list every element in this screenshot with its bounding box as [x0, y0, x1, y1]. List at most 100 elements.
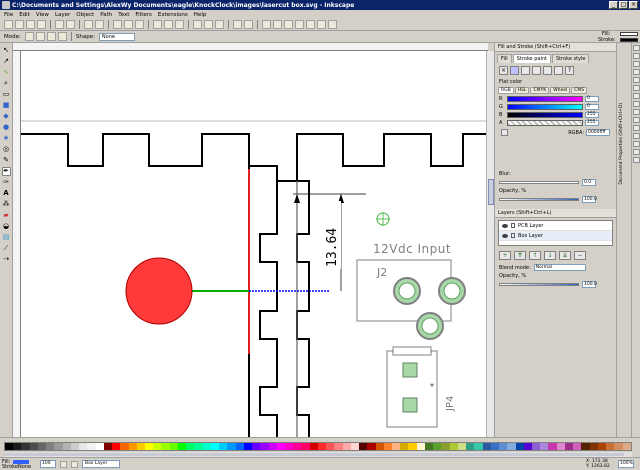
layer-opacity-value[interactable]: 100.0	[582, 281, 597, 288]
gradient-tool-icon[interactable]: ▤	[2, 233, 11, 242]
palette-swatch[interactable]	[548, 443, 557, 450]
eraser-tool-icon[interactable]: ▰	[2, 211, 11, 220]
palette-swatch[interactable]	[490, 443, 500, 450]
layer-visibility-eye-icon[interactable]	[60, 460, 67, 468]
menu-path[interactable]: Path	[100, 12, 112, 18]
snap-guide-icon[interactable]	[633, 157, 640, 163]
save-icon[interactable]	[26, 20, 35, 29]
shape-select[interactable]: None	[98, 32, 135, 41]
visibility-eye-icon[interactable]	[502, 233, 508, 238]
3d-box-tool-icon[interactable]: ◆	[2, 112, 11, 121]
palette-swatch[interactable]	[128, 443, 137, 450]
palette-swatch[interactable]	[235, 443, 244, 450]
zoom-selection-icon[interactable]	[153, 20, 162, 29]
document-properties-side-tab[interactable]: Document Properties (Shift+Ctrl+D)	[619, 103, 624, 185]
visibility-eye-icon[interactable]	[502, 223, 508, 228]
unset-paint-icon[interactable]: ?	[565, 66, 574, 75]
channel-a-value[interactable]: 255	[585, 120, 599, 126]
import-icon[interactable]	[55, 20, 64, 29]
palette-swatch[interactable]	[416, 443, 425, 450]
zoom-field[interactable]: 100%	[618, 460, 634, 468]
palette-swatch[interactable]	[482, 443, 491, 450]
snap-bbox-edge-icon[interactable]	[633, 61, 640, 67]
tab-cmyk[interactable]: CMYK	[530, 87, 550, 94]
vertical-ruler[interactable]	[13, 51, 21, 437]
snap-center-icon[interactable]	[633, 125, 640, 131]
swatch-icon[interactable]	[554, 66, 563, 75]
palette-swatch[interactable]	[317, 443, 327, 450]
j2-ref-text[interactable]: J2	[376, 266, 387, 279]
raise-layer-top-icon[interactable]: ⇈	[514, 251, 526, 260]
zoom-drawing-icon[interactable]	[164, 20, 173, 29]
connector-tool-icon[interactable]: ⇢	[2, 255, 11, 264]
lock-icon[interactable]	[511, 233, 515, 238]
pen-tool-icon[interactable]: ✒	[1, 167, 11, 176]
clone-icon[interactable]	[204, 20, 213, 29]
text-tool-icon[interactable]: A	[2, 189, 11, 198]
palette-swatch[interactable]	[46, 443, 55, 450]
snap-nodes-icon[interactable]	[633, 77, 640, 83]
palette-swatch[interactable]	[441, 443, 450, 450]
palette-swatch[interactable]	[540, 443, 549, 450]
undo-icon[interactable]	[84, 20, 93, 29]
snap-paths-icon[interactable]	[633, 85, 640, 91]
tweak-tool-icon[interactable]: ∿	[2, 68, 11, 77]
palette-swatch[interactable]	[144, 443, 154, 450]
menu-file[interactable]: File	[4, 12, 13, 18]
raise-layer-icon[interactable]: ↑	[529, 251, 541, 260]
radial-gradient-icon[interactable]	[532, 66, 541, 75]
palette-swatch[interactable]	[408, 443, 417, 450]
selector-tool-icon[interactable]: ↖	[2, 46, 11, 55]
palette-swatch[interactable]	[186, 443, 195, 450]
palette-swatch[interactable]	[392, 443, 401, 450]
palette-swatch[interactable]	[5, 443, 14, 450]
no-paint-icon[interactable]: ×	[499, 66, 508, 75]
palette-swatch[interactable]	[79, 443, 88, 450]
cut-icon[interactable]	[124, 20, 133, 29]
palette-swatch[interactable]	[597, 443, 607, 450]
zoom-page-icon[interactable]	[175, 20, 184, 29]
palette-swatch[interactable]	[581, 443, 590, 450]
spiral-tool-icon[interactable]: ◎	[2, 145, 11, 154]
palette-swatch[interactable]	[573, 443, 582, 450]
palette-swatch[interactable]	[515, 443, 524, 450]
palette-swatch[interactable]	[210, 443, 220, 450]
menu-text[interactable]: Text	[118, 12, 129, 18]
palette-swatch[interactable]	[13, 443, 22, 450]
opacity-slider[interactable]	[499, 198, 579, 201]
palette-swatch[interactable]	[342, 443, 351, 450]
add-layer-button[interactable]: +	[499, 251, 511, 260]
xml-editor-icon[interactable]	[295, 20, 304, 29]
drawing-canvas[interactable]: 13.64 12Vdc Input J2 JP4	[21, 51, 486, 437]
color-managed-icon[interactable]	[501, 129, 508, 136]
palette-swatch[interactable]	[350, 443, 360, 450]
zoom-tool-icon[interactable]: ⌕	[2, 79, 11, 88]
dropper-tool-icon[interactable]: ⟋	[2, 244, 11, 253]
rgba-input[interactable]: 0000ffff	[586, 129, 610, 136]
paraxial-icon[interactable]	[46, 32, 56, 41]
palette-swatch[interactable]	[177, 443, 187, 450]
lower-layer-bottom-icon[interactable]: ⇊	[559, 251, 571, 260]
delete-layer-icon[interactable]: −	[574, 251, 586, 260]
menu-layer[interactable]: Layer	[55, 12, 70, 18]
palette-swatch[interactable]	[103, 443, 113, 450]
palette-swatch[interactable]	[614, 443, 623, 450]
channel-b-value[interactable]: 255	[585, 112, 599, 118]
copy-icon[interactable]	[113, 20, 122, 29]
menu-extensions[interactable]: Extensions	[158, 12, 188, 18]
spray-tool-icon[interactable]: ⁂	[2, 200, 11, 209]
snap-toggle-icon[interactable]	[633, 45, 640, 51]
unlink-clone-icon[interactable]	[215, 20, 224, 29]
palette-swatch[interactable]	[260, 443, 269, 450]
snap-grid-icon[interactable]	[633, 149, 640, 155]
palette-swatch[interactable]	[309, 443, 318, 450]
palette-swatches[interactable]	[4, 442, 632, 451]
document-properties-icon[interactable]	[328, 20, 337, 29]
paint-bucket-tool-icon[interactable]: ◒	[2, 222, 11, 231]
palette-swatch[interactable]	[301, 443, 310, 450]
regular-bezier-icon[interactable]	[24, 32, 34, 41]
box-finger-joint-left-path[interactable]	[259, 181, 278, 437]
palette-swatch[interactable]	[87, 443, 96, 450]
palette-swatch[interactable]	[194, 443, 203, 450]
box-top-edge-path[interactable]	[21, 133, 486, 182]
